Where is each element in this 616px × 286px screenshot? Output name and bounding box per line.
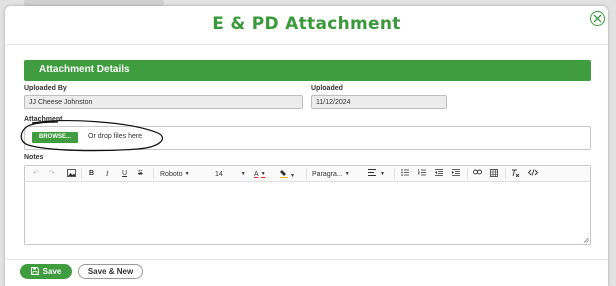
table-icon[interactable]	[490, 169, 498, 179]
paragraph-format-select[interactable]: Paragra... ▼	[312, 169, 350, 179]
clear-formatting-icon[interactable]	[511, 169, 520, 179]
undo-icon[interactable]: ↶	[33, 169, 39, 179]
italic-icon[interactable]: I	[106, 169, 108, 179]
section-header: Attachment Details	[24, 60, 591, 81]
bullet-list-icon[interactable]	[401, 169, 409, 179]
font-family-select[interactable]: Roboto ▼	[160, 169, 190, 179]
outdent-icon[interactable]	[435, 169, 443, 179]
indent-icon[interactable]	[452, 169, 460, 179]
save-label: Save	[42, 267, 62, 276]
bold-icon[interactable]: B	[89, 169, 94, 179]
redo-icon[interactable]: ↷	[49, 169, 55, 179]
uploaded-date-field: 11/12/2024	[311, 95, 447, 109]
text-color-icon[interactable]: A ▼	[254, 169, 266, 179]
save-and-new-button[interactable]: Save & New	[78, 264, 143, 279]
section-title: Attachment Details	[39, 64, 130, 75]
align-icon[interactable]: ▼	[368, 169, 385, 179]
underline-icon[interactable]: U	[122, 169, 127, 179]
uploaded-by-label: Uploaded By	[24, 85, 67, 92]
numbered-list-icon[interactable]	[417, 169, 426, 179]
image-icon[interactable]	[67, 169, 76, 179]
strikethrough-icon[interactable]: S	[138, 169, 143, 179]
save-button[interactable]: Save	[20, 264, 72, 279]
header-divider	[5, 44, 608, 45]
notes-label: Notes	[24, 154, 44, 161]
font-size-select[interactable]: 14 ▼	[215, 169, 246, 179]
highlight-color-icon[interactable]: ▼	[280, 169, 295, 179]
attachment-modal: E & PD Attachment Attachment Details Upl…	[5, 6, 608, 286]
uploaded-by-field: JJ Cheese Johnston	[24, 95, 303, 109]
code-view-icon[interactable]	[527, 169, 539, 179]
save-disk-icon	[30, 265, 39, 280]
footer-divider	[5, 259, 608, 260]
modal-title: E & PD Attachment	[212, 14, 401, 34]
link-icon[interactable]	[473, 169, 482, 179]
hand-drawn-circle-annotation	[20, 120, 163, 152]
close-icon[interactable]	[590, 11, 605, 26]
editor-toolbar: ↶ ↷ B I U S Roboto ▼ 14 ▼ A ▼ ▼ Paragra... ▼…	[25, 166, 590, 182]
resize-handle-icon[interactable]	[583, 237, 589, 243]
uploaded-label: Uploaded	[311, 85, 343, 92]
notes-editor[interactable]: ↶ ↷ B I U S Roboto ▼ 14 ▼ A ▼ ▼ Paragra... ▼…	[24, 165, 591, 245]
